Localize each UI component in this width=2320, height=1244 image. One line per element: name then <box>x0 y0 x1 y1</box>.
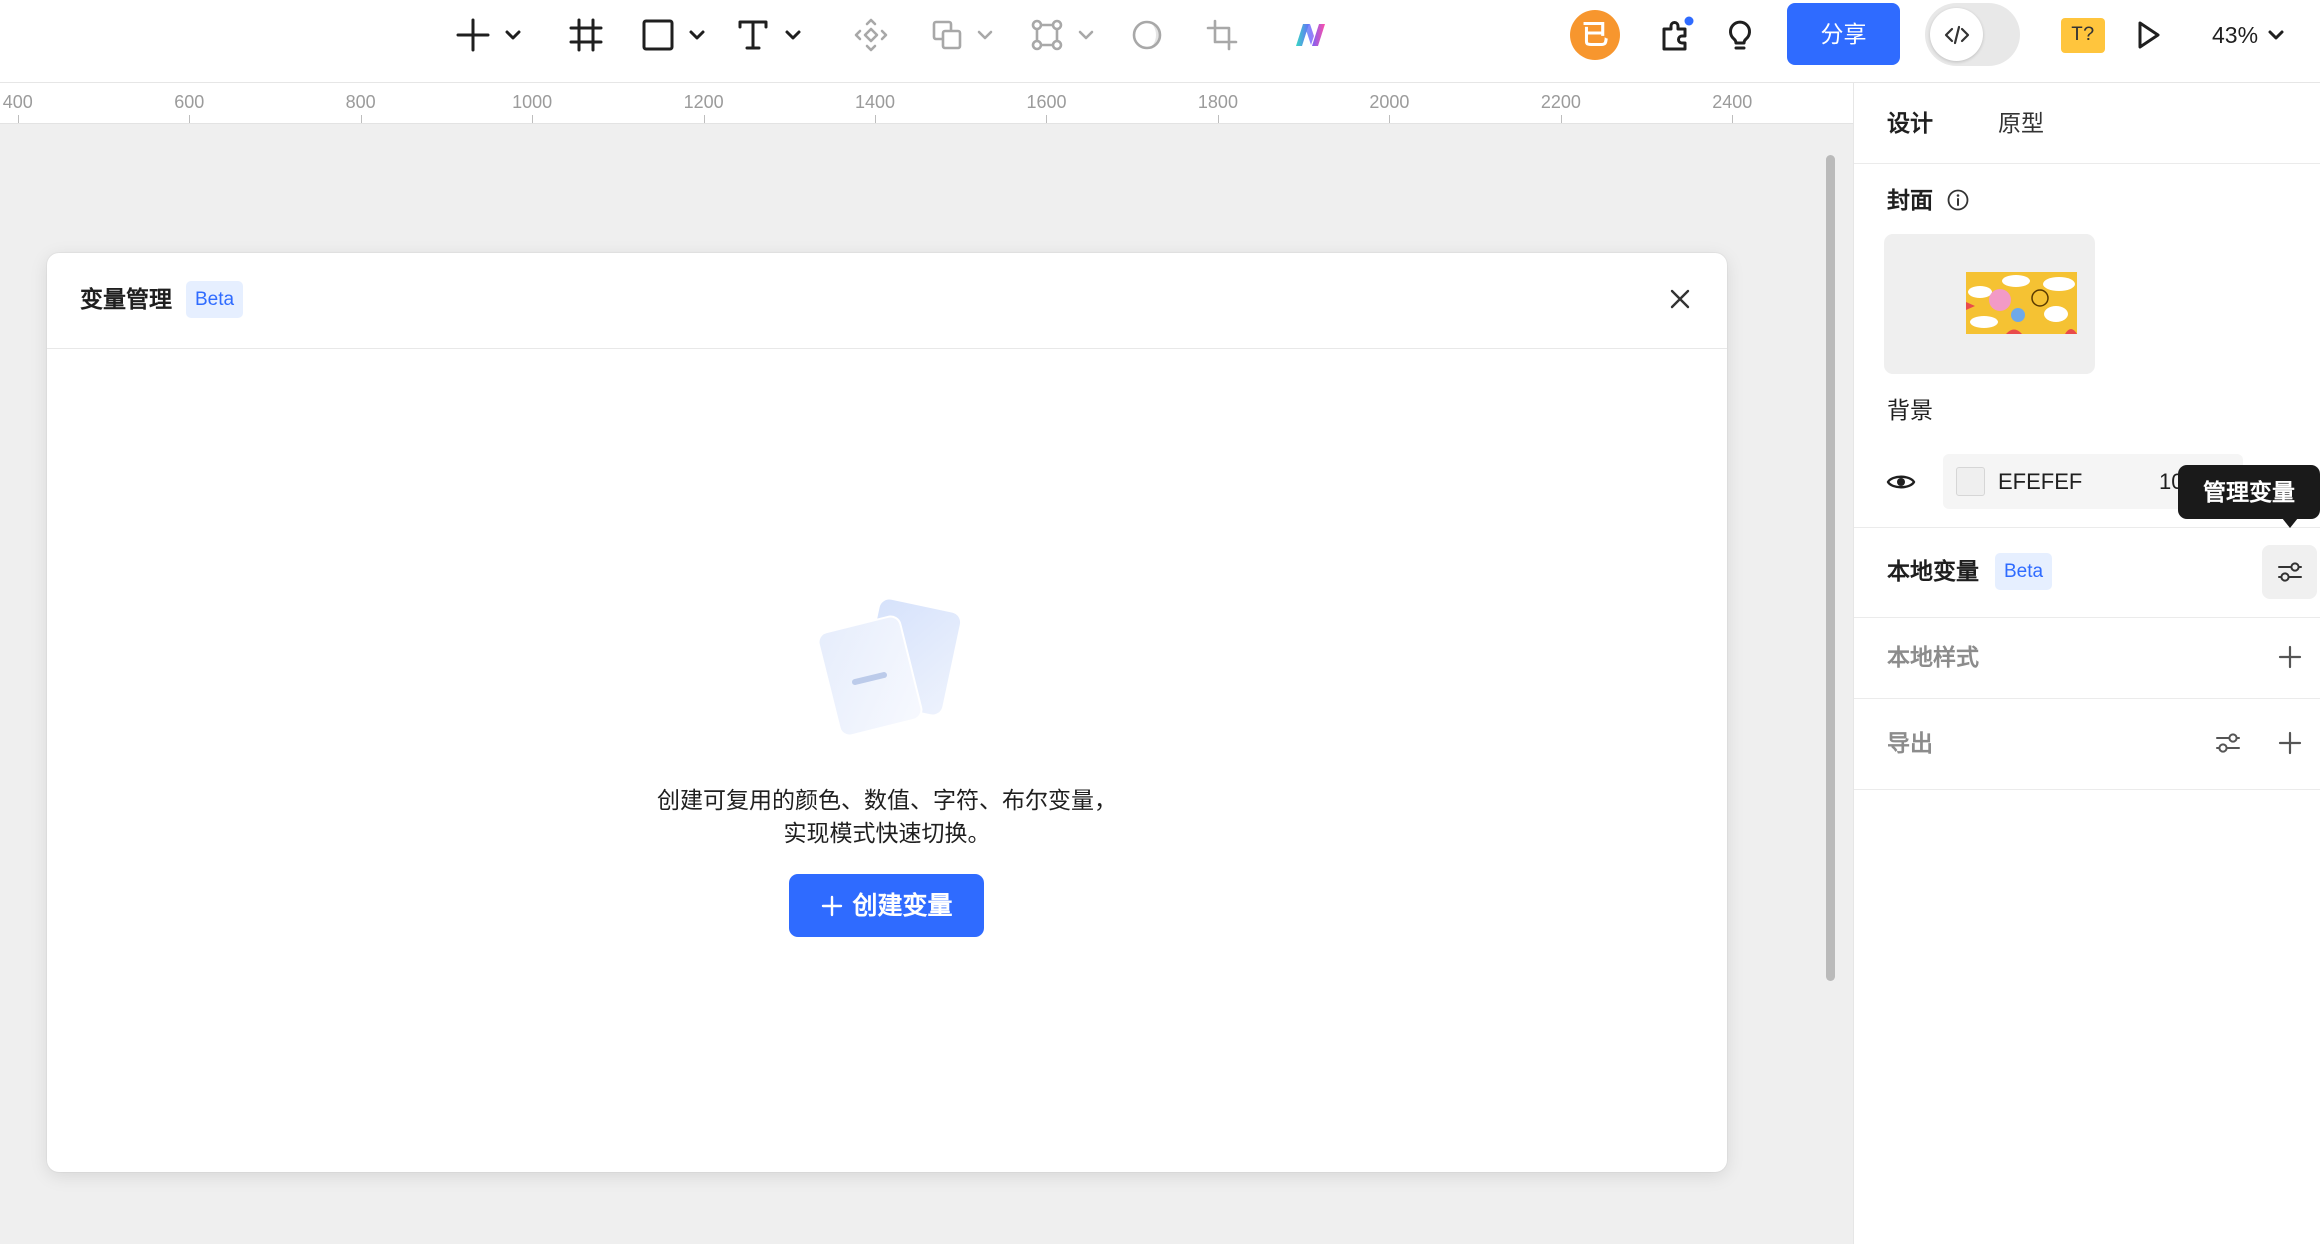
top-toolbar: 已 分享 T? 43% <box>0 0 2320 83</box>
tab-prototype[interactable]: 原型 <box>1998 107 2044 139</box>
empty-state-description: 创建可复用的颜色、数值、字符、布尔变量， 实现模式快速切换。 <box>47 784 1727 850</box>
ruler-label: 800 <box>345 92 376 112</box>
create-variable-button[interactable]: 创建变量 <box>789 874 984 937</box>
beta-badge: Beta <box>1995 553 2053 590</box>
ai-logo-icon[interactable] <box>1290 15 1330 55</box>
ruler-tick <box>1561 115 1562 123</box>
plus-icon[interactable] <box>453 15 493 55</box>
code-icon <box>1944 25 1969 44</box>
manage-variables-button[interactable] <box>2262 545 2317 599</box>
ruler-tick <box>18 115 19 123</box>
tab-design[interactable]: 设计 <box>1887 107 1933 139</box>
zoom-level[interactable]: 43% <box>2212 20 2258 50</box>
ruler-label: 2400 <box>1712 92 1753 112</box>
ruler-tick <box>875 115 876 123</box>
dialog-title: 变量管理 <box>80 286 172 312</box>
sliders-icon <box>2277 562 2302 582</box>
color-swatch[interactable] <box>1956 467 1985 496</box>
chevron-down-icon[interactable] <box>783 15 803 55</box>
divider <box>1854 527 2320 528</box>
eye-icon[interactable] <box>1885 466 1917 498</box>
ruler-label: 1400 <box>855 92 896 112</box>
tooltip-arrow <box>2282 518 2298 528</box>
variable-manager-dialog: 变量管理 Beta 创建可复用的颜色、数值、字符、布尔变量， 实现模式快速切换。… <box>47 253 1727 1172</box>
horizontal-ruler[interactable]: 400 600 800 1000 1200 1400 1600 1800 2000 2200 240… <box>0 83 1853 124</box>
empty-state-illustration <box>808 595 968 745</box>
local-variables-label: 本地变量 <box>1887 558 1979 584</box>
boolean-icon[interactable] <box>927 15 967 55</box>
sliders-icon[interactable] <box>2212 727 2244 759</box>
avatar[interactable]: 已 <box>1570 10 1620 60</box>
design-editor: 已 分享 T? 43% 400 600 800 1000 1200 1400 1… <box>0 0 2320 1244</box>
empty-state-line-2: 实现模式快速切换。 <box>783 820 991 846</box>
cover-preview[interactable] <box>1884 234 2095 374</box>
ruler-tick <box>1732 115 1733 123</box>
ruler-label: 400 <box>2 92 33 112</box>
ruler-label: 1200 <box>683 92 724 112</box>
ruler-label: 2200 <box>1540 92 1581 112</box>
ruler-label: 1000 <box>512 92 553 112</box>
close-icon[interactable] <box>1665 284 1695 314</box>
cover-thumbnail <box>1966 272 2077 334</box>
empty-state-line-1: 创建可复用的颜色、数值、字符、布尔变量， <box>657 787 1117 813</box>
lightbulb-icon[interactable] <box>1720 15 1760 55</box>
color-hex-value[interactable]: EFEFEF <box>1998 467 2082 497</box>
missing-font-badge[interactable]: T? <box>2061 18 2105 53</box>
plugin-icon[interactable] <box>1655 15 1695 55</box>
info-icon[interactable] <box>1946 188 1970 212</box>
ruler-tick <box>1389 115 1390 123</box>
plus-icon <box>822 895 843 916</box>
ruler-tick <box>532 115 533 123</box>
share-button[interactable]: 分享 <box>1787 3 1900 65</box>
ruler-tick <box>1218 115 1219 123</box>
dialog-header: 变量管理 Beta <box>47 253 1727 349</box>
frame-icon[interactable] <box>566 15 606 55</box>
divider <box>1854 789 2320 790</box>
vertical-scrollbar[interactable] <box>1826 155 1835 981</box>
crop-icon[interactable] <box>1202 15 1242 55</box>
export-label: 导出 <box>1887 730 1933 756</box>
ruler-label: 1600 <box>1026 92 1067 112</box>
chevron-down-icon[interactable] <box>687 15 707 55</box>
divider <box>1854 163 2320 164</box>
rectangle-icon[interactable] <box>638 15 678 55</box>
tooltip: 管理变量 <box>2178 465 2320 519</box>
mask-icon[interactable] <box>1127 15 1167 55</box>
ruler-label: 1800 <box>1197 92 1238 112</box>
cover-label: 封面 <box>1887 187 1933 213</box>
vector-edit-icon[interactable] <box>1027 15 1067 55</box>
play-icon[interactable] <box>2127 15 2167 55</box>
ruler-tick <box>189 115 190 123</box>
ruler-tick <box>361 115 362 123</box>
ruler-tick <box>1046 115 1047 123</box>
chevron-down-icon[interactable] <box>503 15 523 55</box>
ruler-label: 2000 <box>1369 92 1410 112</box>
component-icon[interactable] <box>851 15 891 55</box>
add-style-icon[interactable] <box>2276 643 2304 671</box>
dev-mode-knob[interactable] <box>1930 8 1983 61</box>
dev-mode-toggle[interactable] <box>1925 3 2020 66</box>
chevron-down-icon[interactable] <box>1076 15 1096 55</box>
ruler-label: 600 <box>174 92 205 112</box>
beta-badge: Beta <box>186 281 244 318</box>
background-label: 背景 <box>1887 397 1933 423</box>
local-styles-label: 本地样式 <box>1887 644 1979 670</box>
ruler-tick <box>704 115 705 123</box>
chevron-down-icon[interactable] <box>2266 15 2286 55</box>
create-variable-label: 创建变量 <box>852 891 953 920</box>
add-export-icon[interactable] <box>2276 729 2304 757</box>
chevron-down-icon[interactable] <box>975 15 995 55</box>
divider <box>1854 698 2320 699</box>
text-tool-icon[interactable] <box>733 15 773 55</box>
divider <box>1854 617 2320 618</box>
